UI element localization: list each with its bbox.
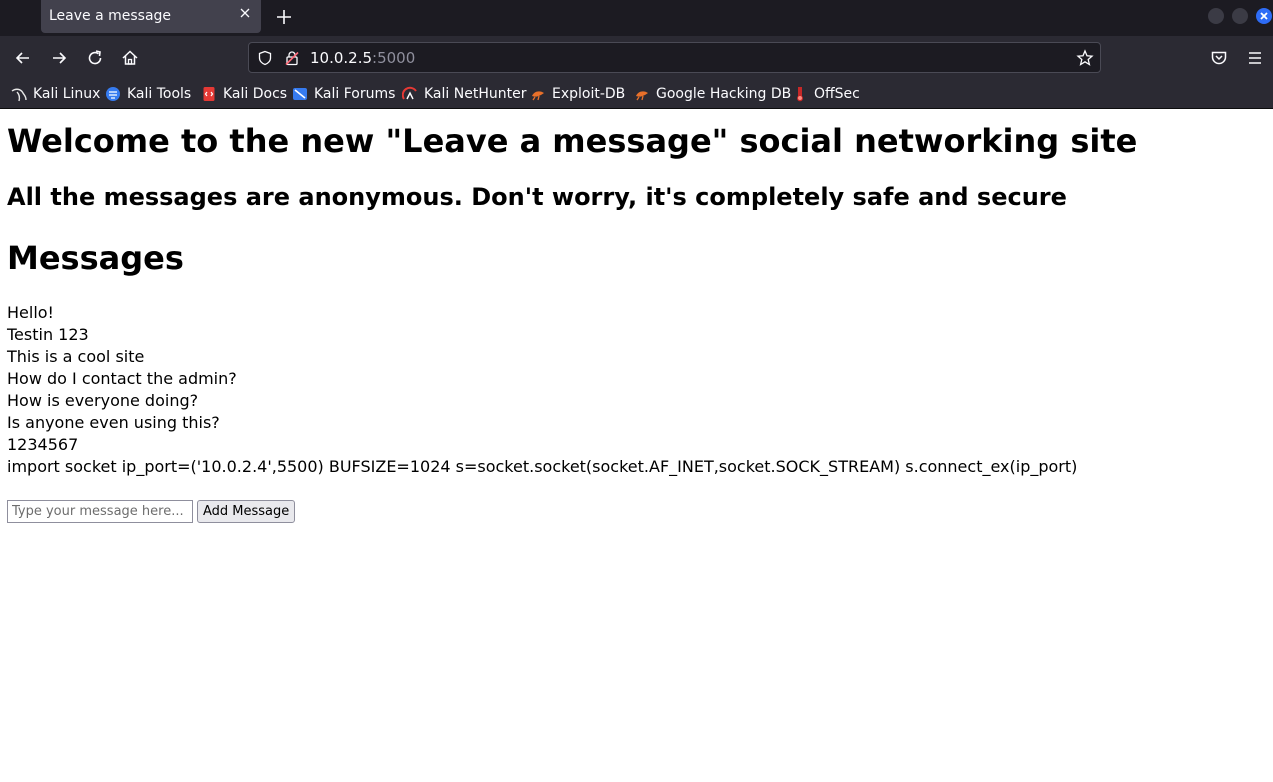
- bookmark-exploit-db[interactable]: Exploit-DB: [530, 85, 625, 103]
- message-item: Hello!: [7, 303, 54, 322]
- close-window-button[interactable]: [1256, 8, 1272, 24]
- new-tab-icon[interactable]: [274, 7, 294, 27]
- kali-tools-icon: [106, 87, 120, 101]
- add-message-button[interactable]: Add Message: [197, 500, 296, 523]
- exploit-db-icon: [532, 91, 544, 101]
- address-bar[interactable]: 10.0.2.5:5000: [248, 42, 1101, 73]
- bookmark-kali-forums[interactable]: Kali Forums: [292, 85, 395, 103]
- bookmark-label: Google Hacking DB: [656, 86, 792, 102]
- bookmark-kali-docs[interactable]: Kali Docs: [201, 85, 287, 103]
- tab-strip: Leave a message: [0, 0, 1273, 36]
- pocket-icon[interactable]: [1209, 48, 1229, 68]
- url-port: :5000: [372, 49, 416, 67]
- bookmark-google-hacking-db[interactable]: Google Hacking DB: [634, 85, 791, 103]
- message-item: 1234567: [7, 435, 79, 454]
- active-tab[interactable]: Leave a message: [41, 0, 261, 33]
- minimize-window-button[interactable]: [1208, 8, 1224, 24]
- bookmark-label: Kali Docs: [223, 86, 288, 102]
- message-input[interactable]: [7, 500, 193, 523]
- message-form: Add Message: [7, 500, 1267, 523]
- page-content: Welcome to the new "Leave a message" soc…: [7, 110, 1267, 523]
- url-host: 10.0.2.5: [310, 49, 373, 67]
- kali-nethunter-icon: [402, 86, 417, 100]
- forward-icon[interactable]: [49, 48, 69, 68]
- bookmark-kali-tools[interactable]: Kali Tools: [105, 85, 191, 103]
- maximize-window-button[interactable]: [1232, 8, 1248, 24]
- message-item: How is everyone doing?: [7, 391, 199, 410]
- menu-icon[interactable]: [1245, 48, 1265, 68]
- bookmark-kali-nethunter[interactable]: Kali NetHunter: [402, 85, 526, 103]
- offsec-icon: [797, 87, 803, 102]
- bookmark-kali-linux[interactable]: Kali Linux: [11, 85, 100, 103]
- messages-heading: Messages: [7, 239, 184, 277]
- bookmark-star-icon[interactable]: [1076, 49, 1094, 67]
- message-item: import socket ip_port=('10.0.2.4',5500) …: [7, 457, 1078, 476]
- back-icon[interactable]: [13, 48, 33, 68]
- bookmarks-toolbar: Kali Linux Kali Tools Kali Docs Kali For…: [0, 80, 1273, 109]
- messages-list: Hello! Testin 123 This is a cool site Ho…: [7, 302, 1267, 478]
- message-item: Is anyone even using this?: [7, 413, 220, 432]
- tab-title: Leave a message: [49, 8, 172, 24]
- bookmark-offsec[interactable]: OffSec: [792, 85, 860, 103]
- ghdb-icon: [636, 91, 648, 101]
- message-item: Testin 123: [7, 325, 89, 344]
- url-text[interactable]: 10.0.2.5:5000: [310, 49, 415, 67]
- kali-forums-icon: [293, 88, 307, 100]
- reload-icon[interactable]: [85, 48, 105, 68]
- insecure-lock-icon[interactable]: [284, 50, 300, 66]
- close-window-icon: [1260, 12, 1268, 20]
- shield-icon[interactable]: [257, 50, 273, 66]
- kali-docs-icon: [203, 87, 215, 101]
- message-item: How do I contact the admin?: [7, 369, 237, 388]
- message-item: This is a cool site: [7, 347, 145, 366]
- navigation-toolbar: 10.0.2.5:5000: [0, 36, 1273, 80]
- page-subtitle: All the messages are anonymous. Don't wo…: [7, 183, 1067, 211]
- home-icon[interactable]: [120, 48, 140, 68]
- bookmark-label: Kali Linux: [33, 86, 101, 102]
- kali-dragon-icon: [11, 88, 27, 102]
- bookmark-label: Kali Forums: [314, 86, 396, 102]
- page-title: Welcome to the new "Leave a message" soc…: [7, 122, 1138, 160]
- bookmark-label: Exploit-DB: [552, 86, 626, 102]
- bookmark-label: Kali NetHunter: [424, 86, 527, 102]
- close-tab-icon[interactable]: [237, 5, 253, 21]
- bookmark-label: Kali Tools: [127, 86, 192, 102]
- bookmark-label: OffSec: [814, 86, 860, 102]
